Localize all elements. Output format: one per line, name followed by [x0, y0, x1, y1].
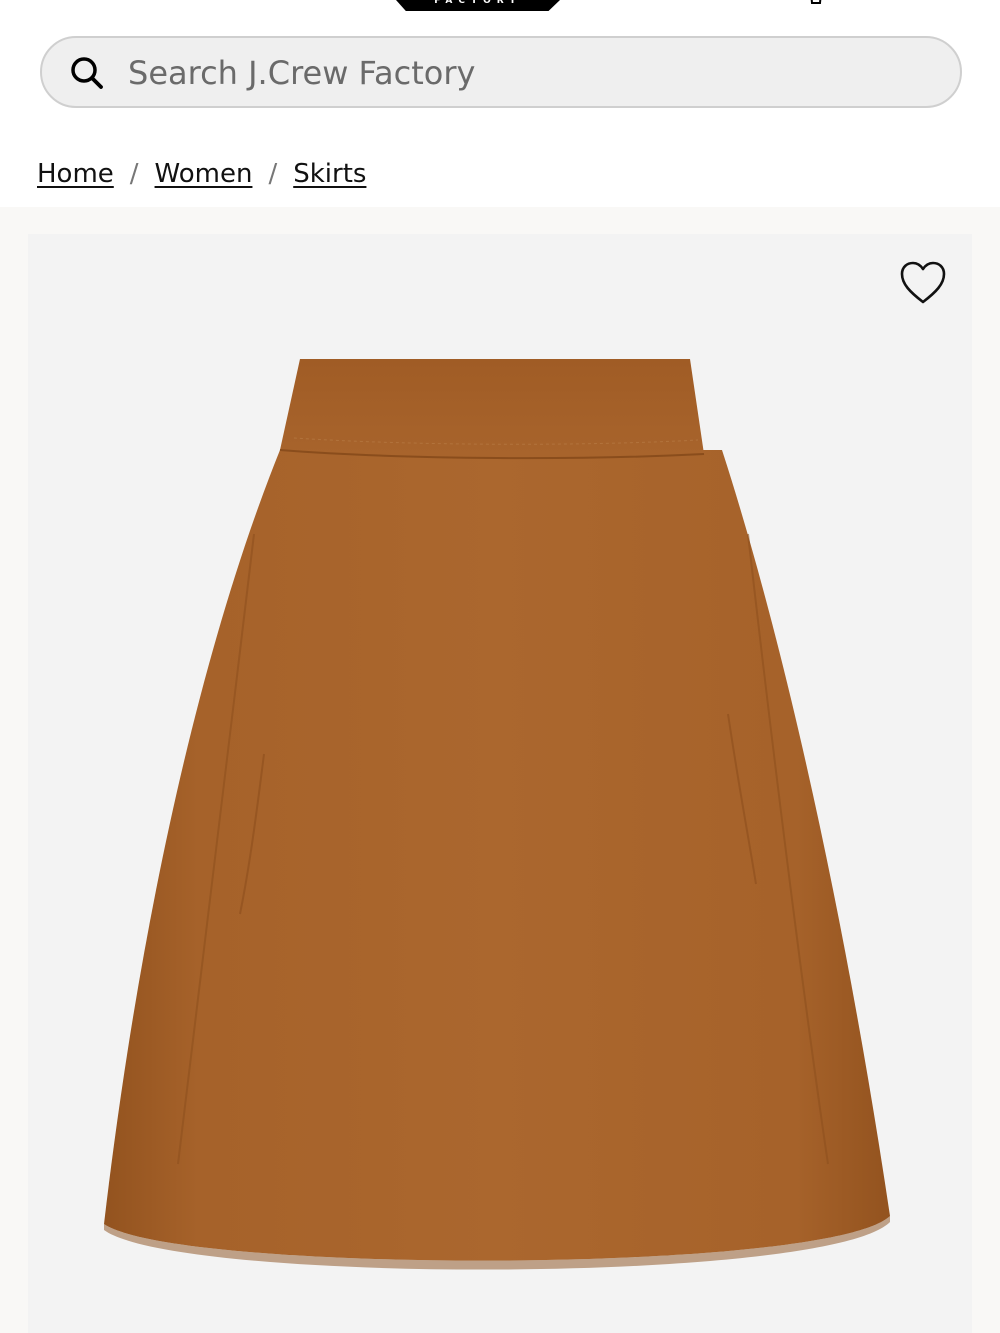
product-image[interactable] [28, 234, 972, 1333]
breadcrumb-skirts-link[interactable]: Skirts [293, 159, 366, 189]
breadcrumb-home-link[interactable]: Home [37, 159, 114, 189]
heart-icon[interactable] [898, 260, 948, 306]
skirt-illustration [104, 359, 890, 1270]
top-header-strip: FACTORY [0, 0, 1000, 14]
breadcrumb-separator: / [129, 159, 139, 189]
breadcrumb-women-link[interactable]: Women [155, 159, 253, 189]
search-icon[interactable] [68, 54, 106, 92]
search-bar[interactable] [40, 36, 962, 108]
breadcrumb: Home / Women / Skirts [37, 154, 366, 194]
shopping-bag-icon[interactable] [808, 0, 824, 4]
logo[interactable]: FACTORY [396, 0, 560, 11]
breadcrumb-separator: / [268, 159, 278, 189]
search-input[interactable] [128, 48, 928, 98]
